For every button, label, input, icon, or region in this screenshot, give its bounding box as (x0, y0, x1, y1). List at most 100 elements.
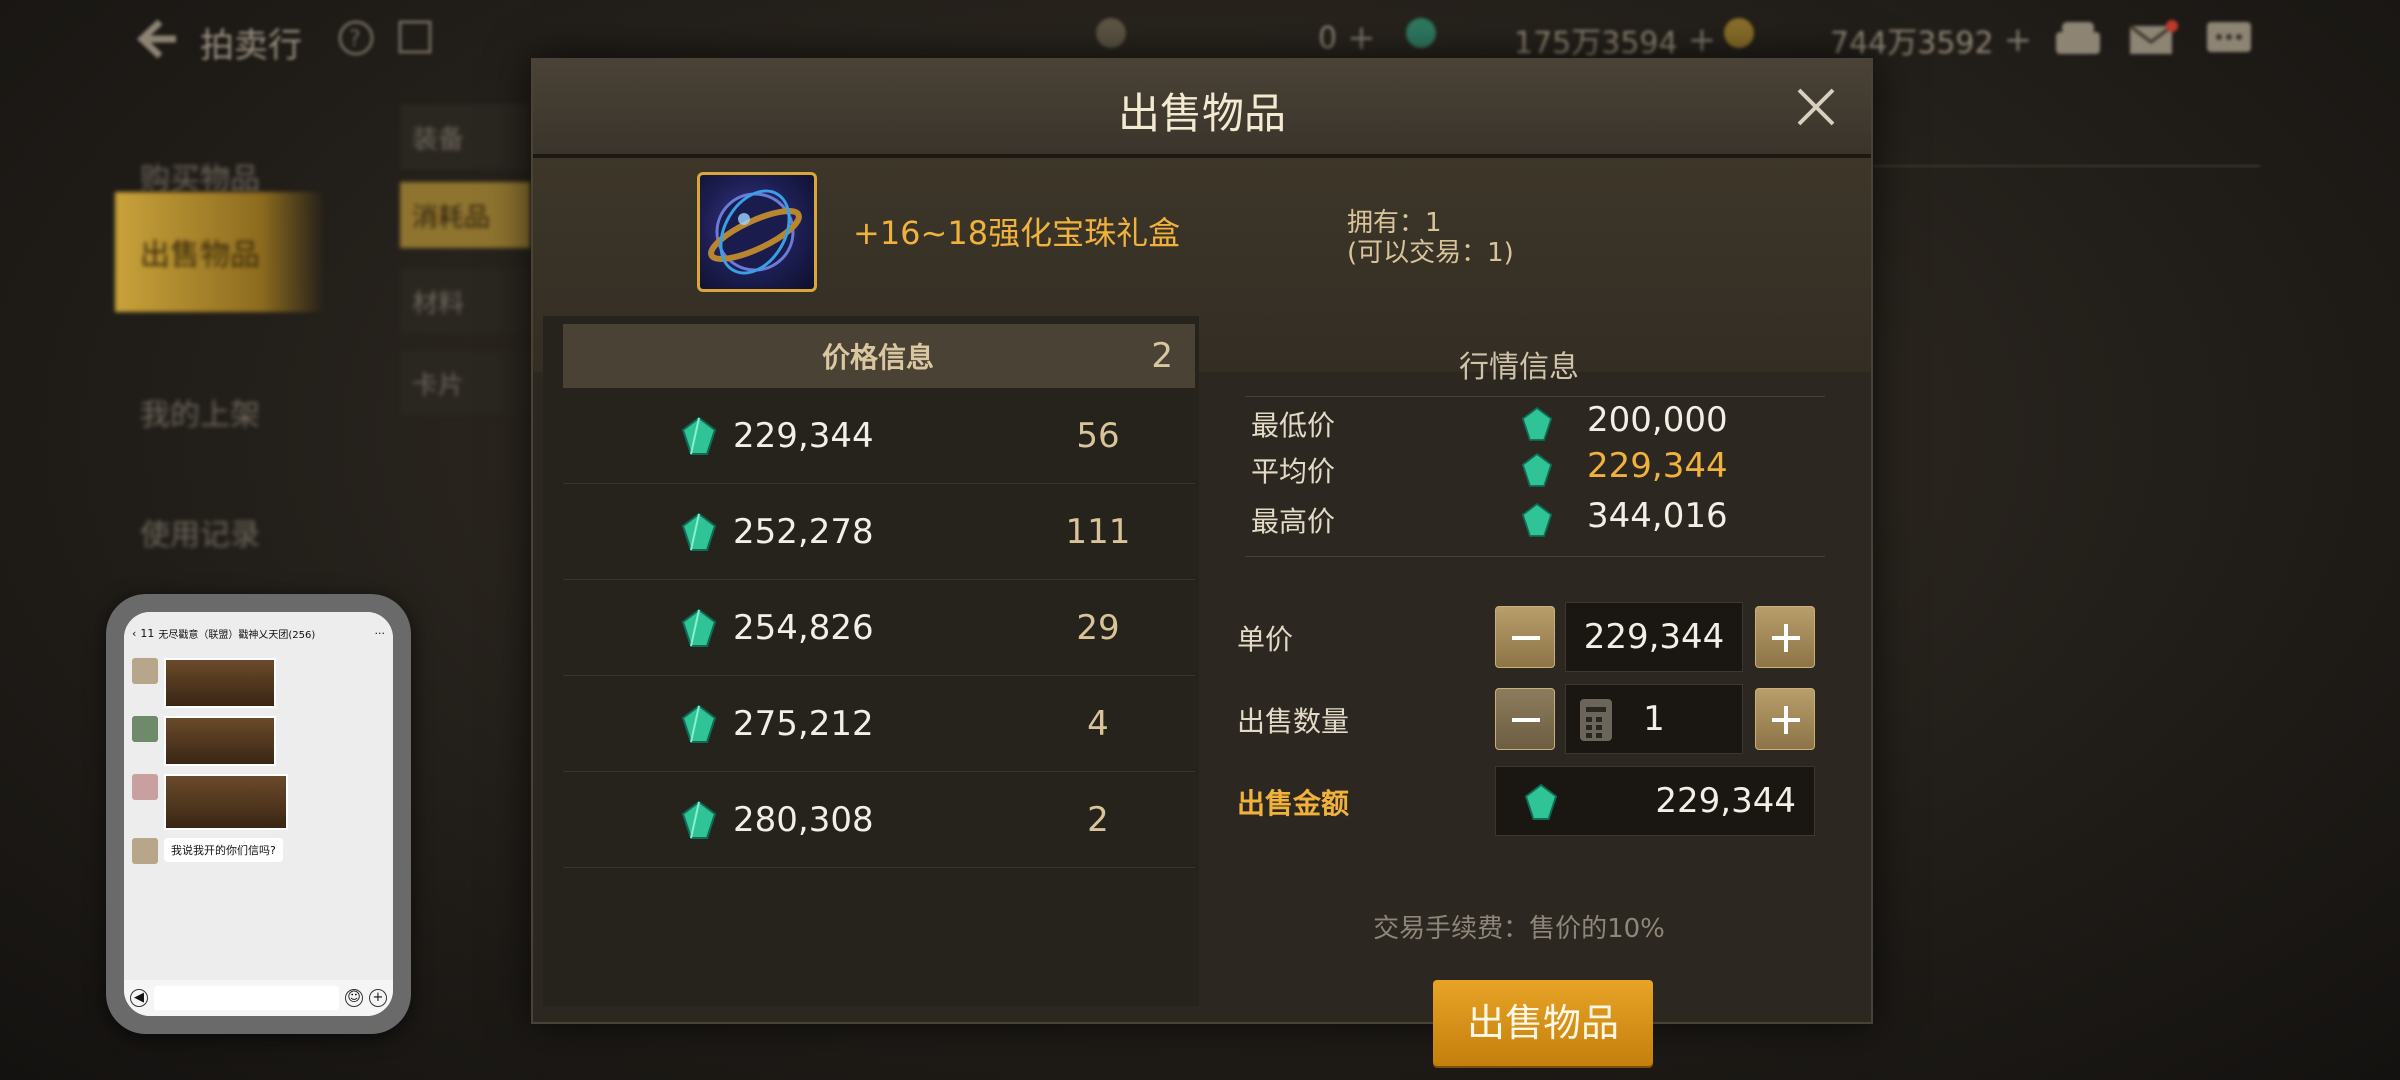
avg-price-value: 229,344 (1587, 446, 1728, 486)
unit-price-minus-button[interactable] (1495, 606, 1555, 668)
add-currency-b-icon[interactable]: + (1688, 20, 1717, 60)
chat-screen: ‹ 11 无尽戳意（联盟）戳神乂天团(256) ··· 我说我开的你们信吗? ◀… (124, 612, 393, 1016)
floating-chat-window[interactable]: ‹ 11 无尽戳意（联盟）戳神乂天团(256) ··· 我说我开的你们信吗? ◀… (106, 594, 411, 1034)
avatar (132, 838, 158, 864)
subtab-consumables[interactable]: 消耗品 (400, 182, 530, 248)
gem-icon (681, 800, 717, 839)
voice-icon[interactable]: ◀ (130, 989, 148, 1007)
gem-icon (1521, 452, 1553, 487)
price-info-panel: 价格信息 2 229,344 56 252,278 111 254,826 29… (543, 316, 1199, 1006)
quantity-input[interactable]: 1 (1565, 684, 1743, 754)
add-currency-a-icon[interactable]: + (1347, 18, 1376, 58)
chat-message (124, 654, 393, 712)
svg-text:?: ? (349, 27, 361, 52)
note-icon[interactable] (396, 18, 434, 56)
listing-count: 4 (1087, 704, 1109, 744)
quantity-plus-button[interactable] (1755, 688, 1815, 750)
listing-count: 56 (1076, 416, 1120, 456)
market-info-panel: 行情信息 最低价 200,000 平均价 229,344 最高价 344,016… (1209, 316, 1859, 1066)
chat-image[interactable] (164, 658, 276, 708)
emoji-icon[interactable]: ☺ (345, 989, 363, 1007)
avatar (132, 716, 158, 742)
currency-c: 744万3592 + (1830, 20, 2033, 61)
subtab-materials[interactable]: 材料 (400, 268, 530, 334)
max-price-row: 最高价 344,016 (1251, 496, 1811, 542)
price-row[interactable]: 252,278 111 (563, 484, 1195, 580)
price-info-title: 价格信息 (821, 341, 934, 374)
market-info-title: 行情信息 (1459, 350, 1579, 385)
price-value: 275,212 (733, 704, 874, 744)
listing-count: 29 (1076, 608, 1120, 648)
unread-badge: 11 (140, 626, 155, 640)
chat-image[interactable] (164, 774, 288, 830)
sell-dialog: 出售物品 +16~18强化宝珠礼盒 拥有：1 (可以交易：1) 价格信息 2 2… (531, 58, 1873, 1066)
chat-message (124, 712, 393, 770)
min-price-value: 200,000 (1587, 400, 1728, 440)
close-icon[interactable] (1791, 82, 1841, 132)
listing-count: 111 (1065, 512, 1131, 552)
item-name: +16~18强化宝珠礼盒 (853, 214, 1181, 252)
calculator-icon[interactable] (1580, 699, 1612, 741)
price-row[interactable]: 229,344 56 (563, 388, 1195, 484)
chat-message: 我说我开的你们信吗? (124, 834, 393, 868)
chat-title: 无尽戳意（联盟）戳神乂天团(256) (158, 629, 316, 641)
gem-icon (1521, 502, 1553, 537)
sidebar-item-history[interactable]: 使用记录 (115, 492, 325, 572)
price-row[interactable]: 254,826 29 (563, 580, 1195, 676)
mail-icon[interactable] (2126, 18, 2178, 58)
price-row[interactable]: 275,212 4 (563, 676, 1195, 772)
back-arrow-icon[interactable] (130, 14, 180, 64)
page-title: 拍卖行 (200, 26, 302, 66)
sidebar-item-sell[interactable]: 出售物品 (115, 192, 325, 312)
orb-gift-box-icon (697, 172, 817, 292)
sidebar-item-my-listings[interactable]: 我的上架 (115, 372, 325, 452)
min-price-label: 最低价 (1251, 409, 1336, 442)
price-info-header: 价格信息 2 (563, 324, 1195, 388)
add-icon[interactable]: + (369, 989, 387, 1007)
dialog-header: 出售物品 (533, 60, 1871, 158)
avatar (132, 658, 158, 684)
gold-coin-icon (1724, 18, 1754, 48)
subtab-equipment[interactable]: 装备 (400, 104, 530, 170)
max-price-label: 最高价 (1251, 505, 1336, 538)
price-value: 280,308 (733, 800, 874, 840)
fee-note: 交易手续费：售价的10% (1373, 914, 1665, 944)
chat-input-bar: ◀ ☺ + (124, 980, 393, 1016)
chat-image[interactable] (164, 716, 276, 766)
subtab-cards[interactable]: 卡片 (400, 350, 530, 416)
help-icon[interactable]: ? (336, 18, 376, 58)
quantity-value: 1 (1643, 699, 1665, 739)
unit-price-input[interactable]: 229,344 (1565, 602, 1743, 672)
gem-icon (681, 704, 717, 743)
total-amount-field: 229,344 (1495, 766, 1815, 836)
avg-price-row: 平均价 229,344 (1251, 446, 1811, 492)
quantity-label: 出售数量 (1237, 705, 1350, 738)
currency-a: 0 + (1318, 18, 1376, 58)
price-value: 229,344 (733, 416, 874, 456)
avg-price-label: 平均价 (1251, 455, 1336, 488)
divider (1870, 165, 2260, 167)
divider (1245, 556, 1825, 557)
chat-back-icon[interactable]: ‹ (132, 627, 136, 640)
total-amount-value: 229,344 (1655, 781, 1796, 821)
chest-icon[interactable] (2052, 18, 2104, 58)
price-value: 254,826 (733, 608, 874, 648)
more-icon[interactable]: ··· (375, 627, 386, 640)
avatar (132, 774, 158, 800)
price-value: 252,278 (733, 512, 874, 552)
price-row[interactable]: 280,308 2 (563, 772, 1195, 868)
unit-price-plus-button[interactable] (1755, 606, 1815, 668)
quantity-minus-button[interactable] (1495, 688, 1555, 750)
chat-icon[interactable] (2204, 18, 2254, 60)
chat-header: ‹ 11 无尽戳意（联盟）戳神乂天团(256) ··· (124, 612, 393, 654)
page-number[interactable]: 2 (1151, 336, 1173, 376)
unit-price-label: 单价 (1237, 623, 1294, 656)
max-price-value: 344,016 (1587, 496, 1728, 536)
chat-message (124, 770, 393, 834)
currency-moon-icon (1096, 18, 1126, 48)
sell-item-button[interactable]: 出售物品 (1433, 980, 1653, 1066)
gem-icon (681, 416, 717, 455)
total-label: 出售金额 (1237, 787, 1350, 820)
add-currency-c-icon[interactable]: + (2004, 20, 2033, 60)
chat-input[interactable] (154, 986, 339, 1010)
